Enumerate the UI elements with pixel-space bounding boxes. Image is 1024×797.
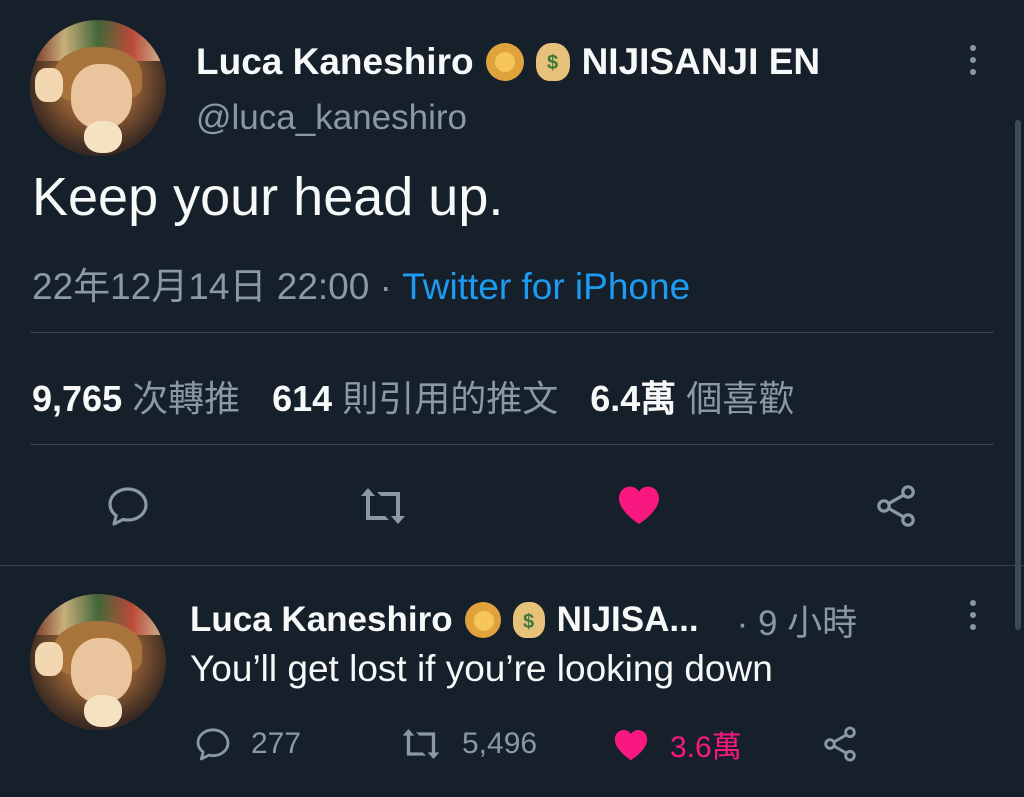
tweet-meta: 22年12月14日 22:00 · Twitter for iPhone [32,256,690,310]
likes-label: 個喜歡 [686,378,795,419]
reply-icon [108,487,148,526]
heart-filled-icon [619,486,659,524]
retweets-count: 9,765 [32,378,123,419]
money-bag-emoji-icon: $ [512,602,545,638]
quotes-label: 則引用的推文 [342,378,559,419]
reply-author-avatar[interactable] [30,594,166,730]
reply-reply-count: 277 [251,727,302,760]
reply-more-options-icon[interactable] [970,600,976,636]
share-icon [877,485,915,527]
lion-emoji-icon [485,43,524,81]
quotes-stat[interactable]: 614 則引用的推文 [272,378,568,419]
author-name[interactable]: Luca Kaneshiro [196,41,474,83]
reply-like-count: 3.6萬 [670,731,742,764]
reply-header: Luca Kaneshiro $ NIJISA... · 9 小時 [190,597,857,643]
retweet-button[interactable] [356,482,410,530]
share-icon [824,726,856,762]
tweet-source-link[interactable]: Twitter for iPhone [402,266,690,307]
author-handle[interactable]: @luca_kaneshiro [196,98,467,138]
heart-filled-icon [614,729,648,761]
reply-button[interactable] [104,482,152,530]
retweet-icon [402,729,440,759]
share-button[interactable] [872,482,920,530]
quotes-count: 614 [272,378,333,419]
reply-author-affiliation: NIJISA... [556,600,699,639]
reply-actions: 277 5,496 3.6萬 [193,724,860,764]
likes-stat[interactable]: 6.4萬 個喜歡 [590,378,794,419]
like-button[interactable] [613,480,665,528]
retweet-icon [361,488,405,524]
reply-author-name[interactable]: Luca Kaneshiro [190,600,453,640]
reply-share-button[interactable] [820,724,860,764]
reply-reply-button[interactable]: 277 [193,724,398,764]
author-affiliation: NIJISANJI EN [581,41,821,82]
author-avatar[interactable] [30,20,166,156]
divider-top [30,332,994,333]
reply-text: You’ll get lost if you’re looking down [190,648,773,689]
money-bag-emoji-icon: $ [535,43,570,81]
tweet-stats: 9,765 次轉推 614 則引用的推文 6.4萬 個喜歡 [32,370,794,422]
reply-like-button[interactable]: 3.6萬 [610,722,820,766]
tweet-timestamp[interactable]: 22年12月14日 22:00 [32,266,369,307]
tweet-text: Keep your head up. [32,167,504,227]
likes-count: 6.4萬 [590,378,677,419]
reply-icon [196,728,230,761]
reply-retweet-button[interactable]: 5,496 [398,724,610,764]
reply-retweet-count: 5,496 [462,727,538,760]
more-options-icon[interactable] [970,45,976,81]
retweets-stat[interactable]: 9,765 次轉推 [32,378,250,419]
reply-time[interactable]: · 9 小時 [737,595,858,646]
retweets-label: 次轉推 [132,378,241,419]
scrollbar-thumb[interactable] [1015,120,1021,630]
lion-emoji-icon [464,602,501,638]
author-header: Luca Kaneshiro $ NIJISANJI EN [196,38,820,86]
divider-bottom [30,444,994,445]
section-divider [0,565,1024,566]
meta-separator: · [379,266,392,307]
